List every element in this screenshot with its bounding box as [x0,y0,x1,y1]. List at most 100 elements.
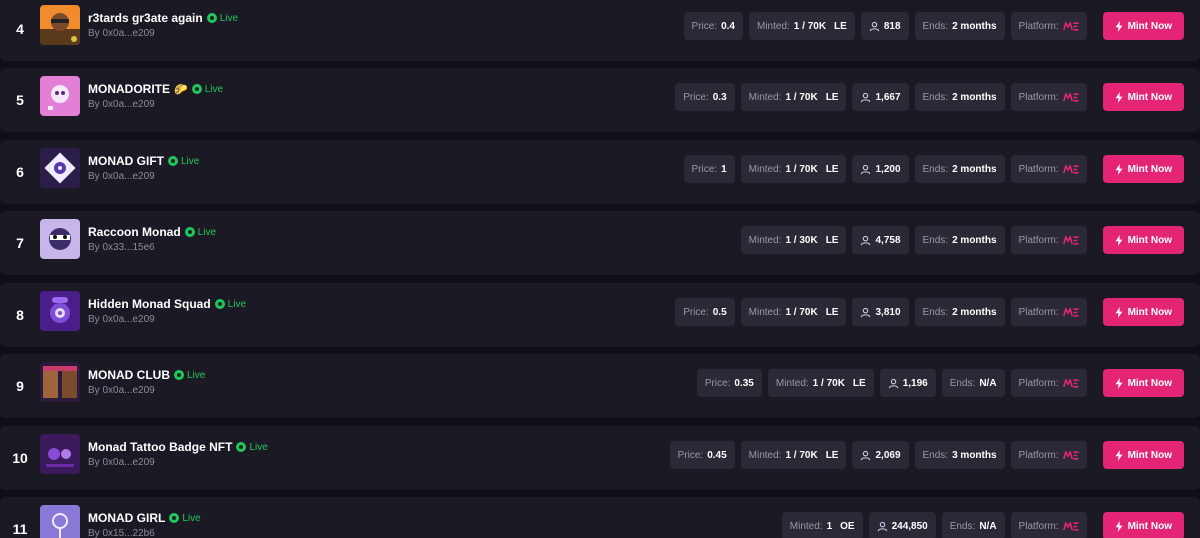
edition-type: LE [825,234,839,246]
collection-thumbnail[interactable] [40,362,80,402]
creator-address[interactable]: By 0x0a...e209 [88,385,155,396]
holders-pill: 1,196 [879,369,936,397]
minted-pill: Minted: 1 / 70K LE [767,369,874,397]
collection-thumbnail[interactable] [40,291,80,331]
creator-address[interactable]: By 0x15...22b6 [88,528,155,538]
holders-count: 244,850 [891,520,928,532]
collection-thumbnail[interactable] [40,505,80,538]
price-value: 0.45 [707,449,727,461]
creator-address[interactable]: By 0x0a...e209 [88,314,155,325]
edition-type: LE [834,20,847,32]
price-label: Price: [683,306,709,318]
ends-label: Ends: [949,520,976,532]
live-badge: Live [236,441,268,453]
collection-row[interactable]: 11 MONAD GIRL Live By 0x15...22b6 Minted: 1 OE… [0,497,1200,538]
minted-value: 1 / 70K [812,377,845,389]
collection-thumbnail[interactable] [40,76,80,116]
ends-pill: Ends: 2 months [914,12,1005,40]
rank-number: 4 [16,21,24,37]
ends-value: 2 months [952,163,997,175]
collection-name[interactable]: r3tards gr3ate again [88,11,203,25]
platform-pill[interactable]: Platform: [1010,369,1087,397]
ends-label: Ends: [949,377,976,389]
ends-pill: Ends: 3 months [914,441,1005,469]
collection-emoji: 🌮 [174,83,188,96]
mint-now-button[interactable]: Mint Now [1102,441,1184,469]
collection-title-line: r3tards gr3ate again Live [88,10,238,26]
user-icon [869,21,880,31]
collection-name[interactable]: Monad Tattoo Badge NFT [88,440,232,454]
mint-now-label: Mint Now [1127,20,1172,32]
ends-label: Ends: [922,449,949,461]
collection-stats: Minted: 1 OE 244,850 Ends: N/A Platform: Mint N… [781,512,1184,538]
mint-now-button[interactable]: Mint Now [1102,155,1184,183]
mint-now-button[interactable]: Mint Now [1102,226,1184,254]
collection-thumbnail[interactable] [40,5,80,45]
minted-pill: Minted: 1 OE [781,512,863,538]
creator-address[interactable]: By 0x0a...e209 [88,28,155,39]
platform-pill[interactable]: Platform: [1010,512,1087,538]
collection-name[interactable]: MONADORITE [88,82,170,96]
collection-name[interactable]: MONAD CLUB [88,368,170,382]
mint-now-label: Mint Now [1127,520,1172,532]
creator-address[interactable]: By 0x0a...e209 [88,99,155,110]
mint-now-label: Mint Now [1127,234,1172,246]
platform-pill[interactable]: Platform: [1010,226,1087,254]
collection-title-line: Raccoon Monad Live [88,224,216,240]
minted-value: 1 / 30K [785,234,818,246]
collection-thumbnail[interactable] [40,219,80,259]
creator-address[interactable]: By 0x0a...e209 [88,457,155,468]
collection-title-line: MONAD GIFT Live [88,153,199,169]
platform-pill[interactable]: Platform: [1010,298,1087,326]
ends-value: 2 months [952,306,997,318]
mint-now-button[interactable]: Mint Now [1102,369,1184,397]
price-label: Price: [691,20,718,32]
magic-eden-logo-icon [1062,521,1078,531]
collection-thumbnail[interactable] [40,434,80,474]
collection-row[interactable]: 7 Raccoon Monad Live By 0x33...15e6 Minted: 1… [0,211,1200,275]
collection-row[interactable]: 9 MONAD CLUB Live By 0x0a...e209 Price: 0.35 M… [0,354,1200,418]
mint-now-button[interactable]: Mint Now [1102,83,1184,111]
price-label: Price: [677,449,704,461]
live-label: Live [219,12,239,24]
creator-address[interactable]: By 0x0a...e209 [88,171,155,182]
live-label: Live [249,441,268,453]
collection-name[interactable]: MONAD GIRL [88,511,165,525]
price-label: Price: [691,163,718,175]
live-dot-icon [214,299,225,309]
holders-count: 2,069 [875,449,901,461]
creator-address[interactable]: By 0x33...15e6 [88,242,155,253]
platform-pill[interactable]: Platform: [1010,83,1087,111]
collection-thumbnail[interactable] [40,148,80,188]
mint-now-button[interactable]: Mint Now [1102,12,1184,40]
collection-name[interactable]: Raccoon Monad [88,225,181,239]
live-dot-icon [169,513,180,523]
holders-pill: 2,069 [852,441,909,469]
collection-row[interactable]: 4 r3tards gr3ate again Live By 0x0a...e209 P… [0,0,1200,61]
minted-label: Minted: [789,520,823,532]
mint-now-button[interactable]: Mint Now [1102,512,1184,538]
minted-pill: Minted: 1 / 70K LE [749,12,855,40]
collection-stats: Price: 0.4 Minted: 1 / 70K LE 818 Ends: 2 month… [683,12,1184,40]
holders-count: 3,810 [875,306,901,318]
minted-label: Minted: [748,306,782,318]
platform-pill[interactable]: Platform: [1010,155,1087,183]
magic-eden-logo-icon [1062,450,1078,460]
collection-name[interactable]: MONAD GIFT [88,154,164,168]
platform-pill[interactable]: Platform: [1010,12,1087,40]
holders-pill: 3,810 [852,298,909,326]
price-pill: Price: 1 [683,155,735,183]
platform-pill[interactable]: Platform: [1010,441,1087,469]
ends-label: Ends: [922,306,949,318]
price-value: 0.5 [712,306,727,318]
collection-row[interactable]: 6 MONAD GIFT Live By 0x0a...e209 Price: 1 Mint… [0,140,1200,204]
minted-pill: Minted: 1 / 70K LE [740,155,847,183]
mint-now-label: Mint Now [1127,163,1172,175]
collection-row[interactable]: 5 MONADORITE 🌮 Live By 0x0a...e209 Price: 0.3 M… [0,68,1200,132]
collection-row[interactable]: 8 Hidden Monad Squad Live By 0x0a...e209 Pri… [0,283,1200,347]
collection-row[interactable]: 10 Monad Tattoo Badge NFT Live By 0x0a...e2… [0,426,1200,490]
live-label: Live [181,155,200,167]
collection-name[interactable]: Hidden Monad Squad [88,297,211,311]
collection-title-line: Hidden Monad Squad Live [88,296,246,312]
mint-now-button[interactable]: Mint Now [1102,298,1184,326]
